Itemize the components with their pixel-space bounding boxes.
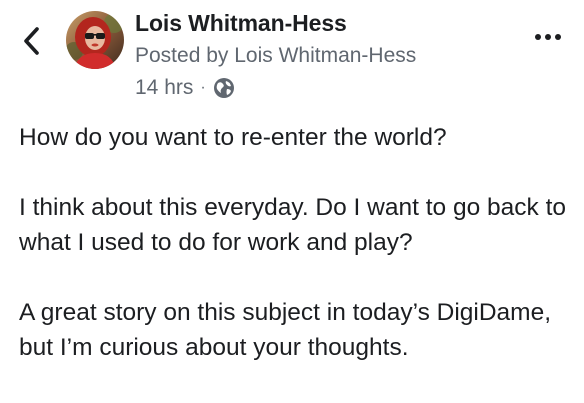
posted-by-label: Posted by Lois Whitman-Hess <box>135 44 417 67</box>
post-timestamp[interactable]: 14 hrs <box>135 76 193 100</box>
avatar[interactable] <box>66 11 124 69</box>
post-meta: 14 hrs · <box>135 74 235 102</box>
more-dots-icon <box>535 34 561 40</box>
meta-separator: · <box>200 79 206 96</box>
profile-photo <box>66 11 124 69</box>
post-paragraph: I think about this everyday. Do I want t… <box>19 194 567 256</box>
post-paragraph: A great story on this subject in today’s… <box>19 299 552 361</box>
post-paragraph: How do you want to re-enter the world? <box>19 124 447 151</box>
more-options-button[interactable] <box>530 28 566 46</box>
back-button[interactable] <box>18 24 46 58</box>
post-body: How do you want to re-enter the world? I… <box>19 120 569 365</box>
chevron-left-icon <box>24 27 39 55</box>
globe-icon[interactable] <box>213 77 235 99</box>
author-name[interactable]: Lois Whitman-Hess <box>135 10 347 37</box>
